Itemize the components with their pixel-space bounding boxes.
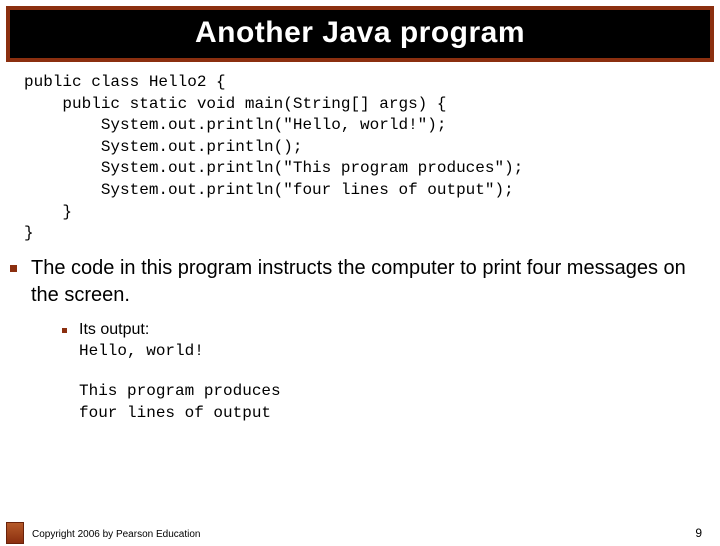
code-block: public class Hello2 { public static void… — [24, 72, 696, 245]
page-number: 9 — [695, 526, 702, 540]
footer: Copyright 2006 by Pearson Education 9 — [0, 526, 720, 540]
small-square-bullet-icon — [62, 328, 67, 333]
sub-bullet-row: Its output: Hello, world! — [62, 319, 696, 363]
output-block: This program produces four lines of outp… — [79, 381, 696, 424]
copyright-text: Copyright 2006 by Pearson Education — [32, 529, 200, 540]
slide-title: Another Java program — [10, 16, 710, 50]
output-line-first: Hello, world! — [79, 342, 204, 360]
sub-label: Its output: — [79, 321, 149, 338]
main-bullet-row: The code in this program instructs the c… — [24, 255, 696, 309]
square-bullet-icon — [10, 265, 17, 272]
sub-text: Its output: Hello, world! — [79, 319, 204, 363]
title-bar: Another Java program — [6, 6, 714, 62]
body-text: The code in this program instructs the c… — [31, 255, 696, 309]
slide-content: public class Hello2 { public static void… — [0, 62, 720, 424]
